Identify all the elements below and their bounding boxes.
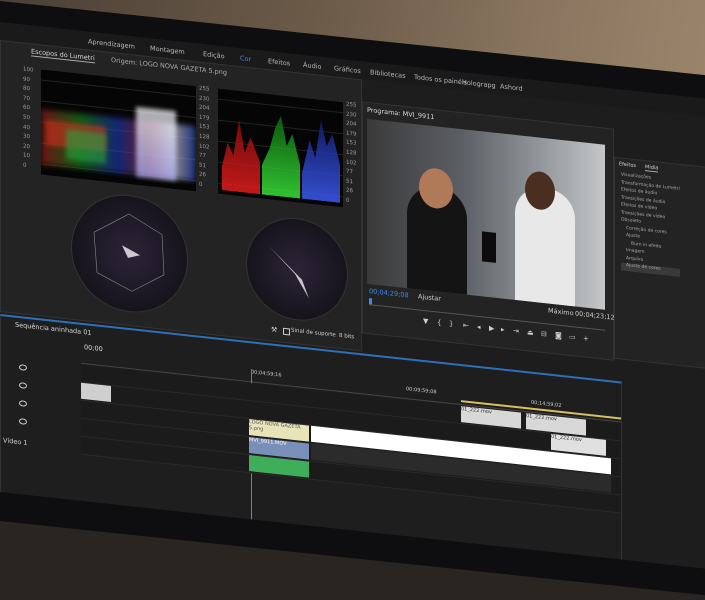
workspace-tab[interactable]: Montagem bbox=[150, 44, 185, 56]
extract-icon[interactable]: ⊟ bbox=[541, 330, 547, 339]
parade-right-ticks: 255 230 204 179 153 128 102 77 51 26 0 bbox=[346, 101, 357, 204]
step-back-icon[interactable]: ◂ bbox=[477, 323, 481, 331]
playhead-timecode[interactable]: 00;04;29;08 bbox=[369, 287, 409, 299]
compare-icon[interactable]: ▭ bbox=[569, 333, 576, 342]
marker-icon[interactable]: ▼ bbox=[423, 317, 428, 326]
panel-tab-lumetri[interactable]: Escopos do Lumetri bbox=[31, 47, 95, 64]
workspace-tab[interactable]: Ashord bbox=[500, 82, 523, 92]
scope-footer: ⚒ Sinal de suporte 8 bits bbox=[271, 325, 361, 345]
workspace-tab[interactable]: Holograpg bbox=[462, 78, 496, 90]
workspace-tab[interactable]: Bibliotecas bbox=[370, 68, 405, 80]
workspace-tab[interactable]: Edição bbox=[203, 50, 225, 60]
play-icon[interactable]: ▶ bbox=[489, 324, 494, 333]
mark-out-icon[interactable]: } bbox=[449, 320, 453, 328]
program-video-frame bbox=[367, 118, 605, 310]
playhead-marker[interactable] bbox=[369, 298, 372, 305]
premiere-window: Aprendizagem Montagem Edição Cor Efeitos… bbox=[0, 22, 705, 571]
waveform-scope bbox=[41, 69, 196, 192]
vectorscope-graticule bbox=[93, 213, 165, 292]
mark-in-icon[interactable]: { bbox=[437, 318, 441, 326]
quality-select[interactable]: Máximo bbox=[548, 307, 574, 318]
ruler-label: 00;04;59;16 bbox=[251, 369, 282, 379]
track-label-video-1[interactable]: Vídeo 1 bbox=[3, 436, 28, 447]
workspace-tab[interactable]: Todos os painéis bbox=[414, 73, 467, 87]
workspace-tab[interactable]: Áudio bbox=[303, 61, 321, 71]
vectorscope-yuv bbox=[246, 212, 348, 326]
eye-icon[interactable] bbox=[19, 418, 27, 425]
program-monitor-panel: Programa: MVI_9911 00;04;29;08 Ajustar M… bbox=[362, 101, 615, 361]
rgb-parade-scope bbox=[218, 88, 343, 208]
waveform-left-ticks: 100 90 80 70 60 50 40 30 20 10 0 bbox=[23, 66, 34, 169]
duration-timecode: 00;04;23;12 bbox=[575, 309, 615, 322]
waveform-right-ticks: 255 230 204 179 153 128 102 77 51 26 0 bbox=[199, 85, 210, 188]
monitor: Aprendizagem Montagem Edição Cor Efeitos… bbox=[0, 0, 705, 600]
wrench-icon[interactable]: ⚒ bbox=[271, 325, 277, 334]
program-title[interactable]: Programa: MVI_9911 bbox=[367, 106, 434, 121]
eye-icon[interactable] bbox=[19, 382, 27, 389]
workspace-tab[interactable]: Aprendizagem bbox=[88, 38, 135, 51]
step-forward-icon[interactable]: ▸ bbox=[501, 325, 505, 333]
tab-media[interactable]: Mídia bbox=[645, 164, 659, 173]
add-button-icon[interactable]: + bbox=[583, 334, 589, 343]
workspace-tab[interactable]: Efeitos bbox=[268, 57, 290, 67]
vectorscope-trace bbox=[269, 246, 309, 299]
workspace-tab[interactable]: Gráficos bbox=[334, 64, 361, 75]
ruler-label: 00;09;59;08 bbox=[406, 386, 437, 396]
eye-icon[interactable] bbox=[19, 400, 27, 407]
effects-tree: Visualizações Transformação de Lumetri E… bbox=[621, 172, 680, 277]
vectorscope-hls bbox=[71, 188, 188, 319]
signal-label: Sinal de suporte bbox=[291, 327, 336, 339]
signal-checkbox[interactable] bbox=[283, 327, 290, 336]
track-headers: Vídeo 1 bbox=[1, 356, 81, 505]
fit-select[interactable]: Ajustar bbox=[418, 292, 441, 302]
effects-panel: Efeitos Mídia Visualizações Transformaçã… bbox=[614, 156, 705, 371]
export-frame-icon[interactable]: ◙ bbox=[555, 331, 562, 340]
workspace-tab-active[interactable]: Cor bbox=[240, 54, 251, 63]
bit-depth-select[interactable]: 8 bits bbox=[339, 333, 354, 341]
eye-icon[interactable] bbox=[19, 364, 27, 371]
go-to-in-icon[interactable]: ⇤ bbox=[463, 321, 469, 330]
sequence-title[interactable]: Sequência aninhada 01 bbox=[15, 321, 92, 337]
go-to-out-icon[interactable]: ⇥ bbox=[513, 327, 519, 336]
clip-block[interactable] bbox=[81, 382, 111, 403]
lumetri-scopes-panel: Escopos do Lumetri Origem: LOGO NOVA GAZ… bbox=[0, 40, 362, 352]
microphone bbox=[482, 231, 496, 263]
lift-icon[interactable]: ⏏ bbox=[527, 328, 534, 337]
tab-effects[interactable]: Efeitos bbox=[619, 161, 636, 169]
